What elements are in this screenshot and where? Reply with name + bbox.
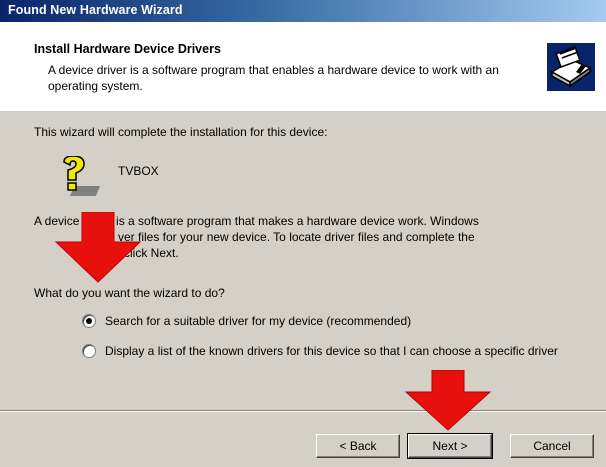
hardware-install-icon bbox=[547, 43, 595, 91]
intro-text: This wizard will complete the installati… bbox=[34, 125, 328, 139]
footer-divider-highlight bbox=[0, 411, 606, 412]
option-search-driver[interactable]: Search for a suitable driver for my devi… bbox=[82, 313, 411, 329]
device-name: TVBOX bbox=[118, 164, 159, 178]
title-bar[interactable]: Found New Hardware Wizard bbox=[0, 0, 606, 22]
option-display-list[interactable]: Display a list of the known drivers for … bbox=[82, 343, 562, 359]
option-display-list-label: Display a list of the known drivers for … bbox=[105, 344, 558, 358]
back-button[interactable]: < Back bbox=[316, 434, 400, 458]
radio-search-driver[interactable] bbox=[82, 314, 96, 328]
unknown-device-question-icon bbox=[63, 156, 100, 196]
description-line-2: ver files for your new device. To locate… bbox=[118, 230, 475, 244]
option-search-driver-label: Search for a suitable driver for my devi… bbox=[105, 314, 412, 328]
cancel-button[interactable]: Cancel bbox=[510, 434, 594, 458]
header-divider bbox=[0, 110, 606, 111]
wizard-window: Found New Hardware Wizard Install Hardwa… bbox=[0, 0, 606, 467]
page-title: Install Hardware Device Drivers bbox=[34, 42, 221, 56]
window-title: Found New Hardware Wizard bbox=[8, 3, 183, 17]
page-subtitle: A device driver is a software program th… bbox=[48, 63, 499, 93]
wizard-header: Install Hardware Device Drivers A device… bbox=[0, 22, 606, 111]
red-down-arrow-icon bbox=[54, 212, 142, 283]
question-text: What do you want the wizard to do? bbox=[34, 286, 225, 300]
red-down-arrow-icon bbox=[404, 370, 492, 431]
radio-display-list[interactable] bbox=[82, 344, 96, 358]
next-button[interactable]: Next > bbox=[407, 433, 493, 459]
